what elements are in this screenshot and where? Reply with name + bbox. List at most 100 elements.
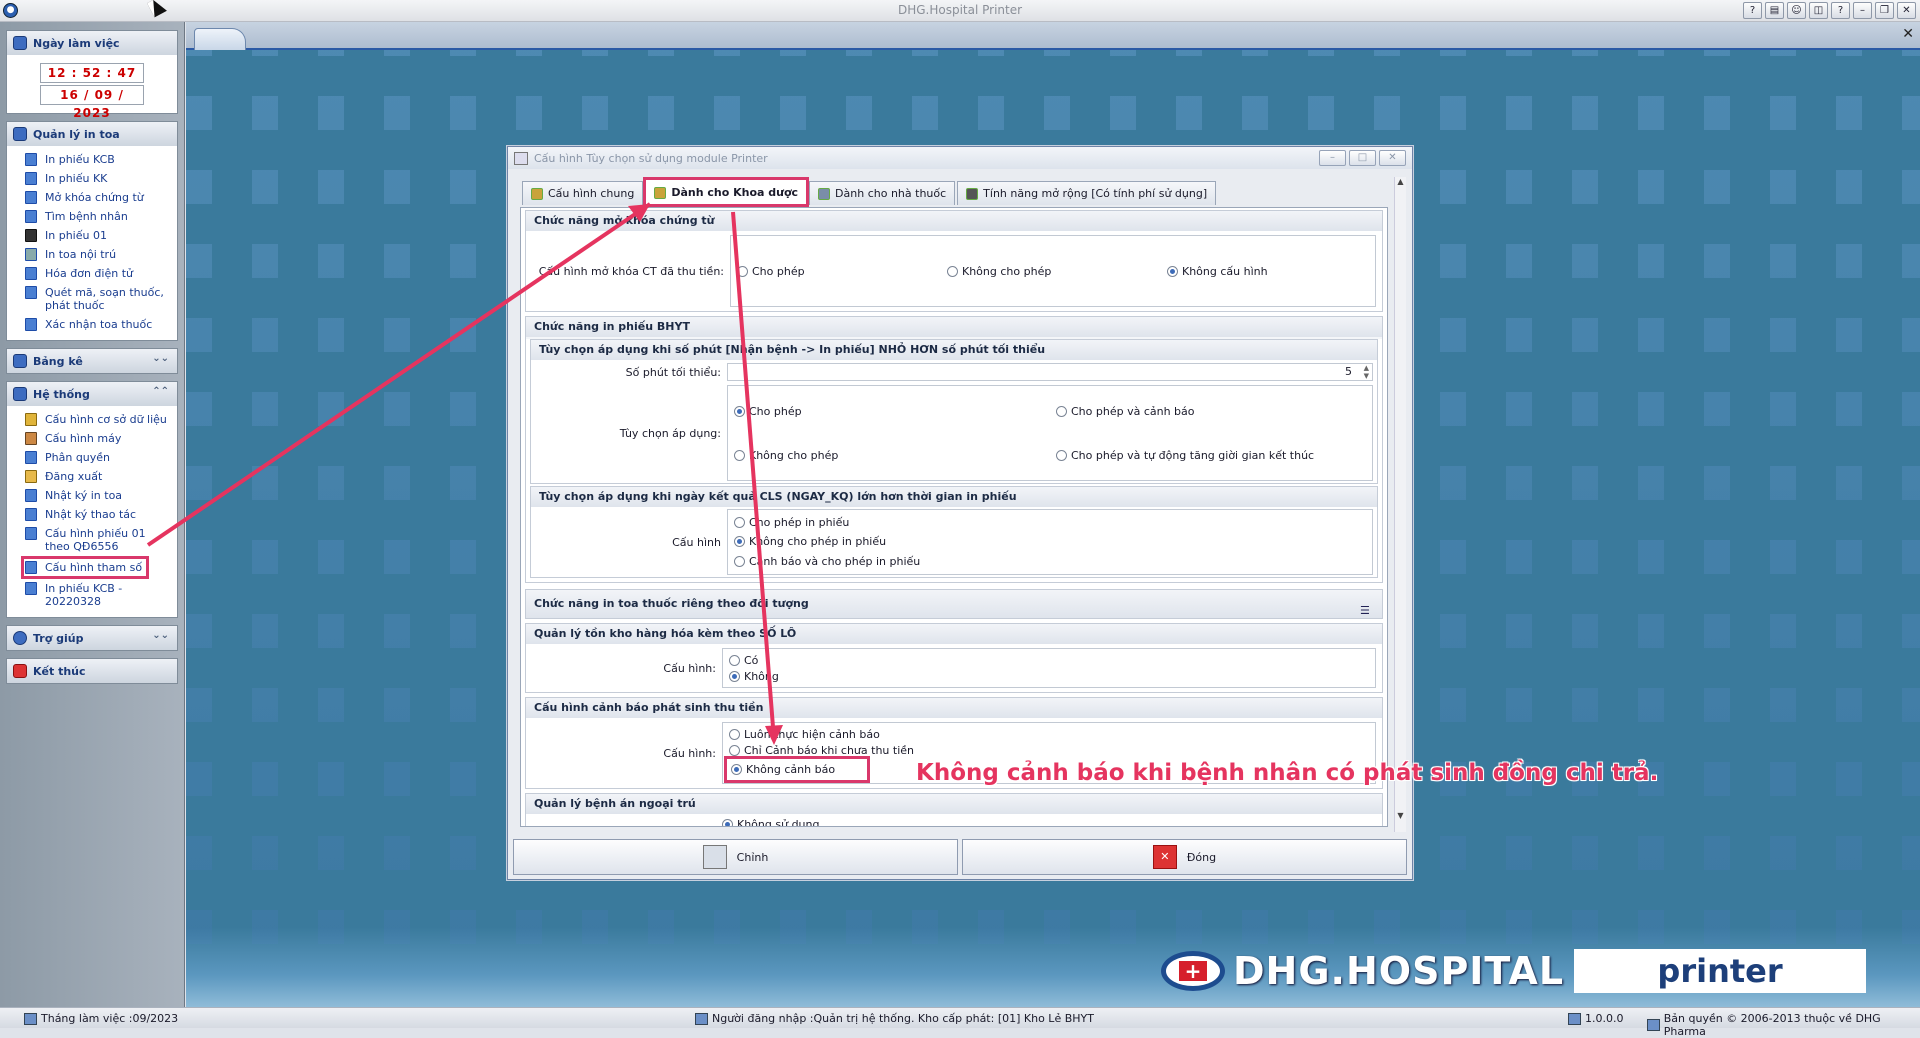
window-icon[interactable]: ◫: [1809, 2, 1828, 19]
tab-danh-cho-nha-thuoc[interactable]: Dành cho nhà thuốc: [809, 181, 956, 205]
clock-date: 16 / 09 / 2023: [40, 85, 144, 120]
sidebar-item-in-phieu-01[interactable]: In phiếu 01: [7, 226, 177, 245]
radio-canh-bao-in[interactable]: Cảnh báo và cho phép in phiếu: [734, 555, 1366, 568]
radio-khong[interactable]: Không: [729, 670, 1369, 683]
restore-button[interactable]: ❐: [1875, 2, 1894, 19]
workday-panel: Ngày làm việc 12 : 52 : 47 16 / 09 / 202…: [6, 30, 178, 120]
sidebar-item-in-phieu-kk[interactable]: In phiếu KK: [7, 169, 177, 188]
group-title: Chức năng in phiếu BHYT: [526, 317, 1382, 337]
sidebar-item-tim-benh-nhan[interactable]: Tìm bệnh nhân: [7, 207, 177, 226]
report-header[interactable]: Bảng kê ⌄⌄: [7, 349, 177, 373]
annotation-text: Không cảnh báo khi bệnh nhân có phát sin…: [916, 760, 1659, 786]
help-header[interactable]: Trợ giúp ⌄⌄: [7, 626, 177, 650]
app-titlebar: ● DHG.Hospital Printer ? ▤ ☺ ◫ ? – ❐ ✕: [0, 0, 1920, 22]
radio-label: Cho phép: [752, 264, 805, 278]
sidebar-item-phan-quyen[interactable]: Phân quyền: [7, 448, 177, 467]
edit-button[interactable]: Chỉnh: [513, 839, 958, 875]
tab-danh-cho-khoa-duoc[interactable]: Dành cho Khoa dược: [643, 177, 810, 207]
dialog-icon: [514, 151, 528, 165]
print-mgmt-header[interactable]: Quản lý in toa: [7, 122, 177, 146]
question-icon[interactable]: ?: [1831, 2, 1850, 19]
status-login-text: Người đăng nhập :Quản trị hệ thống. Kho …: [712, 1012, 1094, 1025]
users-icon[interactable]: ☺: [1787, 2, 1806, 19]
settings-doc-icon: [654, 186, 667, 199]
radio-cho-phep-in[interactable]: Cho phép in phiếu: [734, 516, 1366, 529]
sidebar-item-cau-hinh-tham-so[interactable]: Cấu hình tham số: [21, 556, 149, 579]
workday-header[interactable]: Ngày làm việc: [7, 31, 177, 55]
radio-tu-dong-tang[interactable]: Cho phép và tự động tăng giời gian kết t…: [1056, 449, 1366, 462]
sidebar-item-in-phieu-kcb-2022[interactable]: In phiếu KCB - 20220328: [7, 579, 177, 611]
minimize-button[interactable]: –: [1853, 2, 1872, 19]
key-icon: [25, 470, 37, 483]
sidebar-item-nhat-ky-in-toa[interactable]: Nhật ký in toa: [7, 486, 177, 505]
field-label: Cấu hình: [672, 535, 721, 549]
vertical-scrollbar[interactable]: ▲ ▼: [1394, 177, 1406, 832]
group-title-row[interactable]: Chức năng in toa thuốc riêng theo đối tư…: [526, 590, 1382, 618]
exit-title: Kết thúc: [33, 664, 86, 678]
radio-khong-su-dung[interactable]: Không sử dụng: [722, 818, 819, 826]
chevron-down-icon[interactable]: ⌄⌄: [152, 630, 169, 641]
document-tab[interactable]: [194, 28, 246, 50]
button-label: Đóng: [1186, 850, 1217, 864]
sidebar-item-in-phieu-kcb[interactable]: In phiếu KCB: [7, 150, 177, 169]
expand-icon[interactable]: ☰: [1360, 597, 1376, 617]
sidebar-item-in-toa-noi-tru[interactable]: In toa nội trú: [7, 245, 177, 264]
group-title: Cấu hình cảnh báo phát sinh thu tiền: [526, 698, 1382, 718]
tab-tinh-nang-mo-rong[interactable]: Tính năng mở rộng [Có tính phí sử dụng]: [957, 181, 1217, 205]
print-icon[interactable]: ▤: [1765, 2, 1784, 19]
radio-khong-canh-bao[interactable]: Không cảnh báo: [723, 756, 871, 784]
field-label: Tùy chọn áp dụng:: [619, 426, 721, 440]
sidebar-item-nhat-ky-thao-tac[interactable]: Nhật ký thao tác: [7, 505, 177, 524]
chevron-up-icon[interactable]: ⌃⌃: [152, 386, 169, 397]
system-header[interactable]: Hệ thống ⌃⌃: [7, 382, 177, 406]
radio-khong-cau-hinh[interactable]: Không cấu hình: [1167, 265, 1268, 278]
dialog-minimize-button[interactable]: –: [1319, 150, 1346, 166]
radio-label: Không cấu hình: [1182, 264, 1268, 278]
radio-khong-cho-phep[interactable]: Không cho phép: [947, 265, 1167, 278]
sidebar-item-label: In toa nội trú: [45, 248, 117, 261]
sidebar-item-label: Tìm bệnh nhân: [45, 210, 128, 223]
radio-khong-cho-phep-in[interactable]: Không cho phép in phiếu: [734, 535, 1366, 548]
scroll-track[interactable]: [1395, 186, 1406, 811]
radio-label: Cảnh báo và cho phép in phiếu: [749, 554, 921, 568]
close-icon[interactable]: ✕: [1902, 26, 1914, 42]
exit-panel: Kết thúc: [6, 658, 178, 684]
radio-luon-canh-bao[interactable]: Luôn thực hiện cảnh báo: [729, 728, 880, 741]
status-month: Tháng làm việc :09/2023: [24, 1012, 178, 1025]
radio-cho-phep-canh-bao[interactable]: Cho phép và cảnh báo: [1056, 405, 1366, 418]
window-title: DHG.Hospital Printer: [897, 3, 1023, 17]
spinner-arrows-icon[interactable]: ▲ ▼: [1364, 364, 1369, 380]
sidebar-item-mo-khoa[interactable]: Mở khóa chứng từ: [7, 188, 177, 207]
group-so-lo: Quản lý tồn kho hàng hóa kèm theo SỐ LÔ …: [525, 623, 1383, 693]
subgroup-so-phut: Tùy chọn áp dụng khi số phút [Nhận bệnh …: [530, 339, 1378, 484]
dialog-maximize-button[interactable]: □: [1349, 150, 1376, 166]
sidebar-item-cau-hinh-may[interactable]: Cấu hình máy: [7, 429, 177, 448]
document-icon: [25, 153, 37, 166]
radio-co[interactable]: Có: [729, 654, 1369, 667]
sidebar-item-cau-hinh-phieu-01[interactable]: Cấu hình phiếu 01 theo QĐ6556: [7, 524, 177, 556]
chevron-down-icon[interactable]: ⌄⌄: [152, 353, 169, 364]
sidebar-item-label: Nhật ký in toa: [45, 489, 123, 502]
radio-chi-canh-bao[interactable]: Chỉ Cảnh báo khi chưa thu tiền: [729, 744, 914, 757]
sidebar-item-dang-xuat[interactable]: Đăng xuất: [7, 467, 177, 486]
sidebar-item-hoa-don[interactable]: Hóa đơn điện tử: [7, 264, 177, 283]
report-title: Bảng kê: [33, 354, 83, 368]
close-button[interactable]: ✕: [1897, 2, 1916, 19]
radio-cho-phep[interactable]: Cho phép: [737, 265, 947, 278]
dialog-close-button[interactable]: ✕: [1379, 150, 1406, 166]
help-icon[interactable]: ?: [1743, 2, 1762, 19]
exit-header[interactable]: Kết thúc: [7, 659, 177, 683]
info-icon: [1568, 1012, 1581, 1025]
scroll-down-icon[interactable]: ▼: [1395, 811, 1406, 820]
group-in-toa-thuoc: Chức năng in toa thuốc riêng theo đối tư…: [525, 589, 1383, 619]
sidebar-item-xac-nhan[interactable]: Xác nhận toa thuốc: [7, 315, 177, 334]
close-dialog-button[interactable]: ✕ Đóng: [962, 839, 1407, 875]
sidebar-item-cau-hinh-csdl[interactable]: Cấu hình cơ sở dữ liệu: [7, 410, 177, 429]
tab-cau-hinh-chung[interactable]: Cấu hình chung: [522, 181, 644, 205]
min-minutes-spinner[interactable]: 5 ▲ ▼: [727, 363, 1373, 381]
sidebar-item-quet-ma[interactable]: Quét mã, soạn thuốc, phát thuốc: [7, 283, 177, 315]
radio-cho-phep[interactable]: Cho phép: [734, 405, 1056, 418]
group-title: Quản lý tồn kho hàng hóa kèm theo SỐ LÔ: [526, 624, 1382, 644]
radio-khong-cho-phep[interactable]: Không cho phép: [734, 449, 1056, 462]
scroll-up-icon[interactable]: ▲: [1395, 177, 1406, 186]
